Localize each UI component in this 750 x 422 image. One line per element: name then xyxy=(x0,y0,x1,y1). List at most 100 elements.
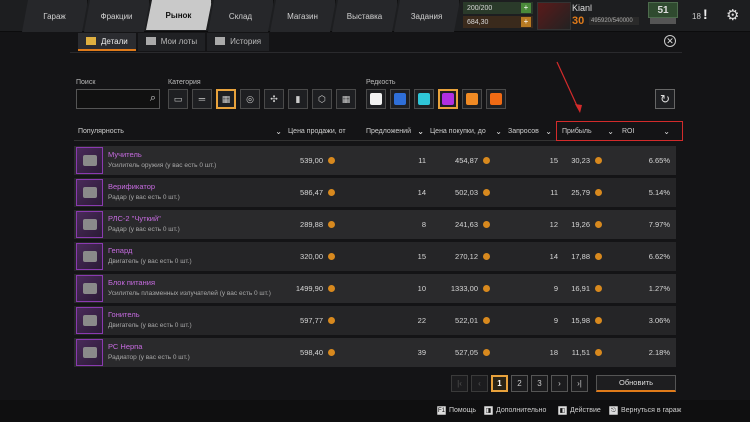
cell-buy-value: 1333,00 xyxy=(450,284,478,293)
close-icon[interactable]: ✕ xyxy=(664,35,676,47)
nav-tab-market[interactable]: Рынок xyxy=(146,0,212,30)
cell-sell-value: 289,88 xyxy=(300,220,323,229)
resource-green: 200/200 + xyxy=(463,2,533,14)
footer-action-label: Действие xyxy=(570,407,601,414)
cell-buy-value: 502,03 xyxy=(455,188,478,197)
cell-requests-value: 12 xyxy=(549,220,558,229)
add-coins-button[interactable]: + xyxy=(521,17,531,27)
coin-icon xyxy=(483,189,490,196)
category-drone-icon[interactable]: ✣ xyxy=(264,89,284,109)
refresh-icon[interactable]: ↻ xyxy=(655,89,675,109)
item-name: Мучитель xyxy=(108,150,142,159)
search-input[interactable]: ⌕ xyxy=(76,89,160,109)
category-bottle-icon[interactable]: ▮ xyxy=(288,89,308,109)
table-row[interactable]: Верификатор Радар (у вас есть 0 шт.) 586,4… xyxy=(74,178,676,207)
cell-buy: 522,01 xyxy=(455,316,490,325)
coin-icon xyxy=(328,253,335,260)
cell-requests: 15 xyxy=(550,156,558,165)
nav-tab-storage[interactable]: Склад xyxy=(208,0,274,32)
rarity-rare[interactable] xyxy=(390,89,410,109)
nav-tab-factions[interactable]: Фракции xyxy=(84,0,150,32)
prev-page-button[interactable]: ‹ xyxy=(471,375,488,392)
footer-back[interactable]: ⎋ Вернуться в гараж xyxy=(609,406,681,415)
page-1-button[interactable]: 1 xyxy=(491,375,508,392)
category-parts-icon[interactable]: ▦ xyxy=(216,89,236,109)
first-page-button[interactable]: |‹ xyxy=(451,375,468,392)
tab-parts[interactable]: Детали xyxy=(78,33,136,51)
add-green-button[interactable]: + xyxy=(521,3,531,13)
rarity-epic[interactable] xyxy=(438,89,458,109)
chevron-down-icon: ⌄ xyxy=(275,126,282,136)
search-icon[interactable]: ⌕ xyxy=(150,92,156,105)
item-name: Блок питания xyxy=(108,278,155,287)
nav-tab-quests[interactable]: Задания xyxy=(394,0,460,32)
coin-icon xyxy=(483,253,490,260)
category-weapon-icon[interactable]: ═ xyxy=(192,89,212,109)
tab-my-lots[interactable]: Мои лоты xyxy=(137,33,206,51)
rarity-common[interactable] xyxy=(366,89,386,109)
item-name: Гонитель xyxy=(108,310,140,319)
cell-profit: 16,91 xyxy=(571,284,602,293)
page-2-button[interactable]: 2 xyxy=(511,375,528,392)
table-row[interactable]: Гонитель Двигатель (у вас есть 0 шт.) 597,… xyxy=(74,306,676,335)
rank-badge[interactable]: 51 xyxy=(648,2,678,18)
col-popularity[interactable]: Популярность ⌄ xyxy=(78,124,282,138)
category-grid-icon[interactable]: ▦ xyxy=(336,89,356,109)
cell-buy: 270,12 xyxy=(455,252,490,261)
table-row[interactable]: Мучитель Усилитель оружия (у вас есть 0 ш… xyxy=(74,146,676,175)
cell-buy: 241,63 xyxy=(455,220,490,229)
item-description: Двигатель (у вас есть 0 шт.) xyxy=(108,322,192,329)
resources-panel: 200/200 + 684,30 + xyxy=(463,2,533,30)
rarity-relic[interactable] xyxy=(486,89,506,109)
coin-icon xyxy=(328,349,335,356)
table-row[interactable]: Блок питания Усилитель плазменных излучат… xyxy=(74,274,676,303)
next-page-button[interactable]: › xyxy=(551,375,568,392)
col-sell-price-label: Цена продажи, от xyxy=(288,127,346,135)
refresh-button[interactable]: Обновить xyxy=(596,375,676,392)
nav-tab-exhibition[interactable]: Выставка xyxy=(332,0,398,32)
col-requests[interactable]: Запросов ⌄ xyxy=(508,124,552,138)
cell-profit: 11,51 xyxy=(572,348,602,357)
nav-tab-garage[interactable]: Гараж xyxy=(22,0,88,32)
col-buy-price[interactable]: Цена покупки, до ⌄ xyxy=(430,124,502,138)
category-cube-icon[interactable]: ⬡ xyxy=(312,89,332,109)
last-page-button[interactable]: ›| xyxy=(571,375,588,392)
avatar[interactable] xyxy=(537,2,571,30)
resource-orange: 684,30 + xyxy=(463,16,533,28)
footer-more[interactable]: ◨ Дополнительно xyxy=(484,406,546,415)
alert-icon[interactable]: ! xyxy=(703,6,708,22)
cell-requests-value: 11 xyxy=(550,188,558,197)
tab-history[interactable]: История xyxy=(207,33,270,51)
rarity-legendary[interactable] xyxy=(462,89,482,109)
category-wheel-icon[interactable]: ◎ xyxy=(240,89,260,109)
category-cabin-icon[interactable]: ▭ xyxy=(168,89,188,109)
nav-tab-shop[interactable]: Магазин xyxy=(270,0,336,32)
coin-icon xyxy=(328,285,335,292)
item-description: Двигатель (у вас есть 0 шт.) xyxy=(108,258,192,265)
coin-icon xyxy=(595,285,602,292)
tag-icon xyxy=(145,37,156,45)
item-thumbnail xyxy=(76,211,103,238)
cell-roi: 2.18% xyxy=(649,348,670,357)
rarity-special[interactable] xyxy=(414,89,434,109)
gear-icon[interactable]: ⚙ xyxy=(726,6,739,24)
page-3-button[interactable]: 3 xyxy=(531,375,548,392)
coin-icon xyxy=(595,221,602,228)
col-offers[interactable]: Предложений ⌄ xyxy=(366,124,424,138)
item-thumbnail xyxy=(76,147,103,174)
cell-offers: 15 xyxy=(418,252,426,261)
cell-buy-value: 270,12 xyxy=(455,252,478,261)
item-thumbnail xyxy=(76,307,103,334)
item-thumbnail xyxy=(76,243,103,270)
footer-help[interactable]: F1 Помощь xyxy=(437,406,476,415)
cell-profit: 19,26 xyxy=(571,220,602,229)
rarity-special-swatch xyxy=(418,93,430,105)
cell-roi: 3.06% xyxy=(649,316,670,325)
cell-requests-value: 9 xyxy=(553,316,558,325)
table-row[interactable]: РС Нерпа Радиатор (у вас есть 0 шт.) 598,4… xyxy=(74,338,676,367)
table-row[interactable]: РЛС-2 "Чуткий" Радар (у вас есть 0 шт.) 28… xyxy=(74,210,676,239)
table-row[interactable]: Гепард Двигатель (у вас есть 0 шт.) 320,00… xyxy=(74,242,676,271)
cell-requests: 14 xyxy=(550,252,558,261)
footer-back-label: Вернуться в гараж xyxy=(621,407,682,414)
footer-action[interactable]: ◧ Действие xyxy=(558,406,601,415)
